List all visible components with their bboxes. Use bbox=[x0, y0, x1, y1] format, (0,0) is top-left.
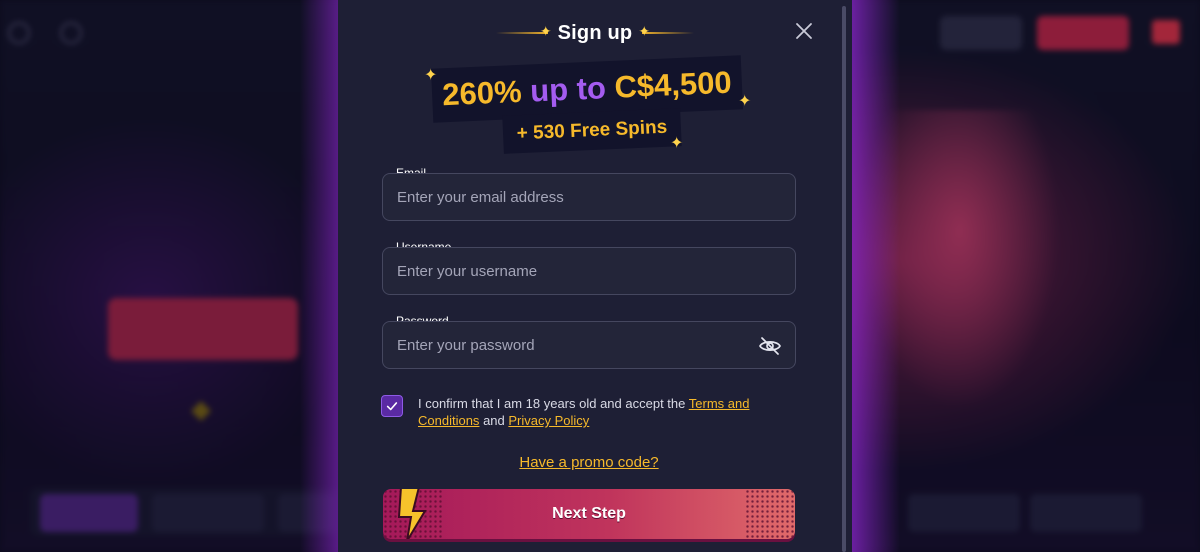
privacy-policy-link[interactable]: Privacy Policy bbox=[508, 413, 589, 428]
consent-text: I confirm that I am 18 years old and acc… bbox=[418, 395, 778, 429]
close-button[interactable] bbox=[793, 20, 815, 42]
close-icon bbox=[796, 23, 812, 39]
signup-modal: Sign up 260% up to C$4,500 + 530 Free Sp… bbox=[338, 0, 852, 552]
menu-icon bbox=[8, 22, 30, 44]
checkmark-icon bbox=[386, 402, 398, 411]
header-signup-button bbox=[1037, 16, 1129, 50]
sparkle-icon: ✦ bbox=[424, 67, 438, 84]
age-consent-checkbox[interactable] bbox=[381, 395, 403, 417]
modal-glow-right bbox=[850, 0, 900, 552]
toggle-password-visibility-button[interactable] bbox=[758, 334, 782, 358]
consent-prefix: I confirm that I am 18 years old and acc… bbox=[418, 396, 686, 411]
modal-header: Sign up bbox=[338, 20, 852, 46]
sparkle-right-icon bbox=[638, 23, 695, 40]
language-flag-icon bbox=[1152, 20, 1180, 44]
next-step-label: Next Step bbox=[552, 505, 626, 522]
eye-off-icon bbox=[759, 337, 781, 355]
promo-free-spins: + 530 Free Spins bbox=[516, 116, 668, 145]
promo-up-to: up to bbox=[529, 70, 607, 109]
promo-cash: C$4,500 bbox=[613, 64, 733, 105]
promo-subline: + 530 Free Spins bbox=[502, 108, 682, 154]
search-icon bbox=[60, 22, 82, 44]
bg-tab-active bbox=[40, 494, 138, 532]
email-field[interactable] bbox=[382, 173, 796, 221]
sparkle-left-icon bbox=[495, 23, 552, 40]
modal-title: Sign up bbox=[557, 21, 633, 44]
bg-tab bbox=[1030, 494, 1142, 532]
modal-scrollbar[interactable] bbox=[842, 6, 846, 552]
lightning-bolt-icon bbox=[397, 489, 427, 539]
bg-decoration bbox=[191, 401, 211, 421]
login-button bbox=[940, 16, 1022, 50]
next-step-button[interactable]: Next Step bbox=[383, 489, 795, 539]
password-field[interactable] bbox=[382, 321, 796, 369]
bg-banner-button bbox=[108, 298, 298, 360]
sparkle-icon: ✦ bbox=[670, 135, 684, 152]
promo-percent: 260% bbox=[441, 73, 523, 113]
sparkle-icon: ✦ bbox=[738, 93, 752, 110]
button-dot-pattern bbox=[745, 489, 795, 539]
consent-and: and bbox=[483, 413, 505, 428]
username-field[interactable] bbox=[382, 247, 796, 295]
promo-code-link[interactable]: Have a promo code? bbox=[338, 454, 840, 471]
bg-tab bbox=[152, 494, 264, 532]
bg-tab bbox=[908, 494, 1020, 532]
